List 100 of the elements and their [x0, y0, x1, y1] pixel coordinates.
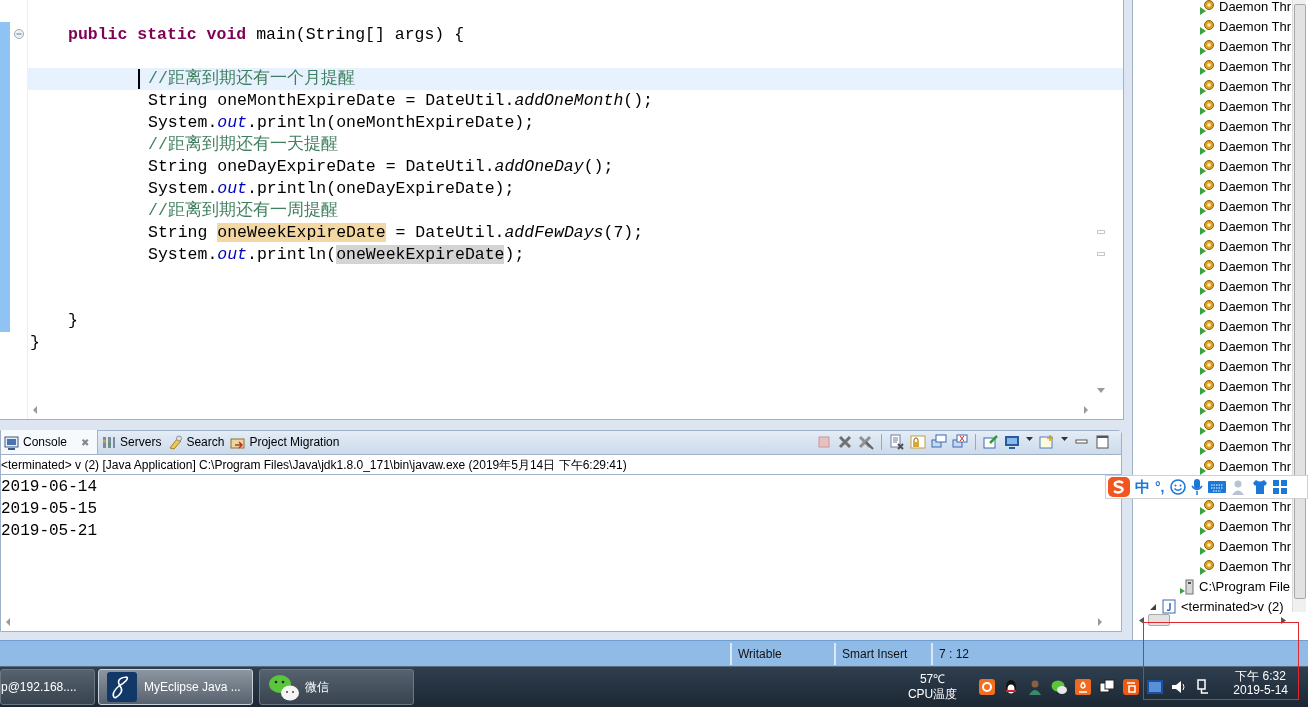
figure-icon[interactable] — [1027, 679, 1044, 695]
monitor-icon[interactable] — [1004, 434, 1020, 450]
tree-item[interactable]: C:\Program File — [1199, 577, 1291, 597]
monitor-icon[interactable] — [1147, 679, 1164, 695]
text-cursor — [138, 69, 140, 89]
code-line: String oneDayExpireDate = DateUtil.addOneDay(); — [148, 156, 614, 178]
clock-date[interactable]: 2019-5-14 — [1233, 683, 1288, 697]
microphone-icon[interactable] — [1190, 479, 1203, 495]
scroll-left-icon[interactable] — [1139, 616, 1144, 624]
chat-icon[interactable] — [1051, 679, 1068, 695]
taskbar-button[interactable]: p@192.168.... — [0, 669, 95, 705]
scroll-down-icon[interactable] — [1097, 388, 1105, 393]
tree-item[interactable]: Daemon Thr — [1219, 417, 1291, 437]
tree-item[interactable]: Daemon Thr — [1219, 177, 1291, 197]
shirt-icon[interactable] — [1251, 479, 1268, 495]
tree-item[interactable]: Daemon Thr — [1219, 257, 1291, 277]
grid-icon[interactable] — [1272, 480, 1287, 494]
panel-tab[interactable]: Console ✖ — [1, 430, 99, 454]
tree-item[interactable]: Daemon Thr — [1219, 517, 1291, 537]
tree-item[interactable]: Daemon Thr — [1219, 197, 1291, 217]
tree-item[interactable]: Daemon Thr — [1219, 317, 1291, 337]
panel-tab[interactable]: Servers — [98, 430, 165, 454]
tree-item[interactable]: Daemon Thr — [1219, 437, 1291, 457]
monitor-chat-icon[interactable] — [931, 434, 947, 450]
clock-time[interactable]: 下午 6:32 — [1235, 669, 1286, 683]
smiley-icon[interactable] — [1169, 479, 1186, 495]
pin-icon[interactable] — [983, 434, 999, 450]
tree-item[interactable]: Daemon Thr — [1219, 337, 1291, 357]
thread-icon — [1199, 99, 1215, 115]
console-icon — [4, 434, 19, 450]
collapse-arrow-icon[interactable] — [1149, 603, 1157, 611]
process-label: <terminated> v (2) [Java Application] C:\Program Files\Java\jdk1.8.0_171\bin\javaw.exe (2019年5月14日 下午6:29:41) — [1, 455, 1121, 475]
code-line: String oneWeekExpireDate = DateUtil.addFewDays(7); — [148, 222, 644, 244]
tree-item[interactable]: Daemon Thr — [1219, 97, 1291, 117]
tree-item[interactable]: Daemon Thr — [1219, 497, 1291, 517]
tree-item[interactable]: Daemon Thr — [1219, 0, 1291, 17]
thread-icon — [1199, 259, 1215, 275]
tree-item[interactable]: Daemon Thr — [1219, 277, 1291, 297]
thread-icon — [1199, 59, 1215, 75]
tree-item[interactable]: Daemon Thr — [1219, 17, 1291, 37]
code-line: //距离到期还有一周提醒 — [148, 200, 338, 222]
code-line: //距离到期还有一天提醒 — [148, 134, 338, 156]
thread-icon — [1199, 339, 1215, 355]
tree-item[interactable]: Daemon Thr — [1219, 537, 1291, 557]
tree-item[interactable]: Daemon Thr — [1219, 377, 1291, 397]
tree-item[interactable]: Daemon Thr — [1219, 37, 1291, 57]
taskbar-button[interactable]: MyEclipse Java ... — [98, 669, 253, 705]
maximize-icon[interactable] — [1095, 434, 1111, 450]
thread-icon — [1199, 79, 1215, 95]
speaker-icon[interactable] — [1171, 679, 1188, 695]
thread-icon — [1199, 419, 1215, 435]
tree-item[interactable]: Daemon Thr — [1219, 397, 1291, 417]
tree-item[interactable]: Daemon Thr — [1219, 117, 1291, 137]
input-logo-icon[interactable] — [1108, 477, 1130, 497]
tree-item[interactable]: Daemon Thr — [1219, 157, 1291, 177]
app-icon[interactable] — [1123, 679, 1140, 695]
thread-icon — [1199, 219, 1215, 235]
thread-icon — [1199, 399, 1215, 415]
tree-item[interactable]: Daemon Thr — [1219, 57, 1291, 77]
windows-icon[interactable] — [1099, 679, 1116, 695]
tree-item[interactable]: Daemon Thr — [1219, 457, 1291, 477]
thread-icon — [1199, 559, 1215, 575]
taskbar-button[interactable]: 微信 — [259, 669, 414, 705]
punctuation-toggle[interactable]: °, — [1155, 476, 1165, 498]
code-line: System.out.println(oneWeekExpireDate); — [148, 244, 525, 266]
tree-item[interactable]: Daemon Thr — [1219, 297, 1291, 317]
gear-icon[interactable] — [979, 679, 996, 695]
code-editor[interactable] — [0, 0, 1124, 420]
tree-item[interactable]: Daemon Thr — [1219, 357, 1291, 377]
panel-tab[interactable]: Project Migration — [227, 430, 343, 454]
chat-bubbles-icon — [268, 672, 300, 702]
flame-icon[interactable] — [1075, 679, 1092, 695]
thread-icon — [1199, 459, 1215, 475]
tree-item[interactable]: <terminated>v (2) — [1181, 597, 1284, 617]
tree-item[interactable]: Daemon Thr — [1219, 217, 1291, 237]
tree-item[interactable]: Daemon Thr — [1219, 237, 1291, 257]
document-icon[interactable] — [889, 434, 905, 450]
new-window-icon[interactable] — [1039, 434, 1055, 450]
java-app-icon — [1161, 599, 1177, 615]
thread-icon — [1199, 299, 1215, 315]
remove-icon[interactable] — [837, 434, 853, 450]
tree-item[interactable]: Daemon Thr — [1219, 557, 1291, 577]
panel-tab[interactable]: Search — [164, 430, 228, 454]
thread-icon — [1199, 499, 1215, 515]
monitor-error-icon[interactable] — [952, 434, 968, 450]
code-line: //距离到期还有一个月提醒 — [148, 68, 355, 90]
thread-icon — [1199, 139, 1215, 155]
code-line: System.out.println(oneMonthExpireDate); — [148, 112, 535, 134]
scroll-right-icon[interactable] — [1281, 616, 1286, 624]
language-toggle[interactable]: 中 — [1135, 475, 1150, 499]
thread-icon — [1199, 439, 1215, 455]
tree-item[interactable]: Daemon Thr — [1219, 137, 1291, 157]
thread-icon — [1199, 319, 1215, 335]
code-line: public static void main(String[] args) { — [68, 24, 465, 46]
remove-all-icon[interactable] — [858, 434, 874, 450]
thread-icon — [1199, 0, 1215, 15]
tree-item[interactable]: Daemon Thr — [1219, 77, 1291, 97]
keyboard-icon[interactable] — [1207, 480, 1226, 494]
server-icon — [101, 434, 117, 450]
lock-icon[interactable] — [910, 434, 926, 450]
